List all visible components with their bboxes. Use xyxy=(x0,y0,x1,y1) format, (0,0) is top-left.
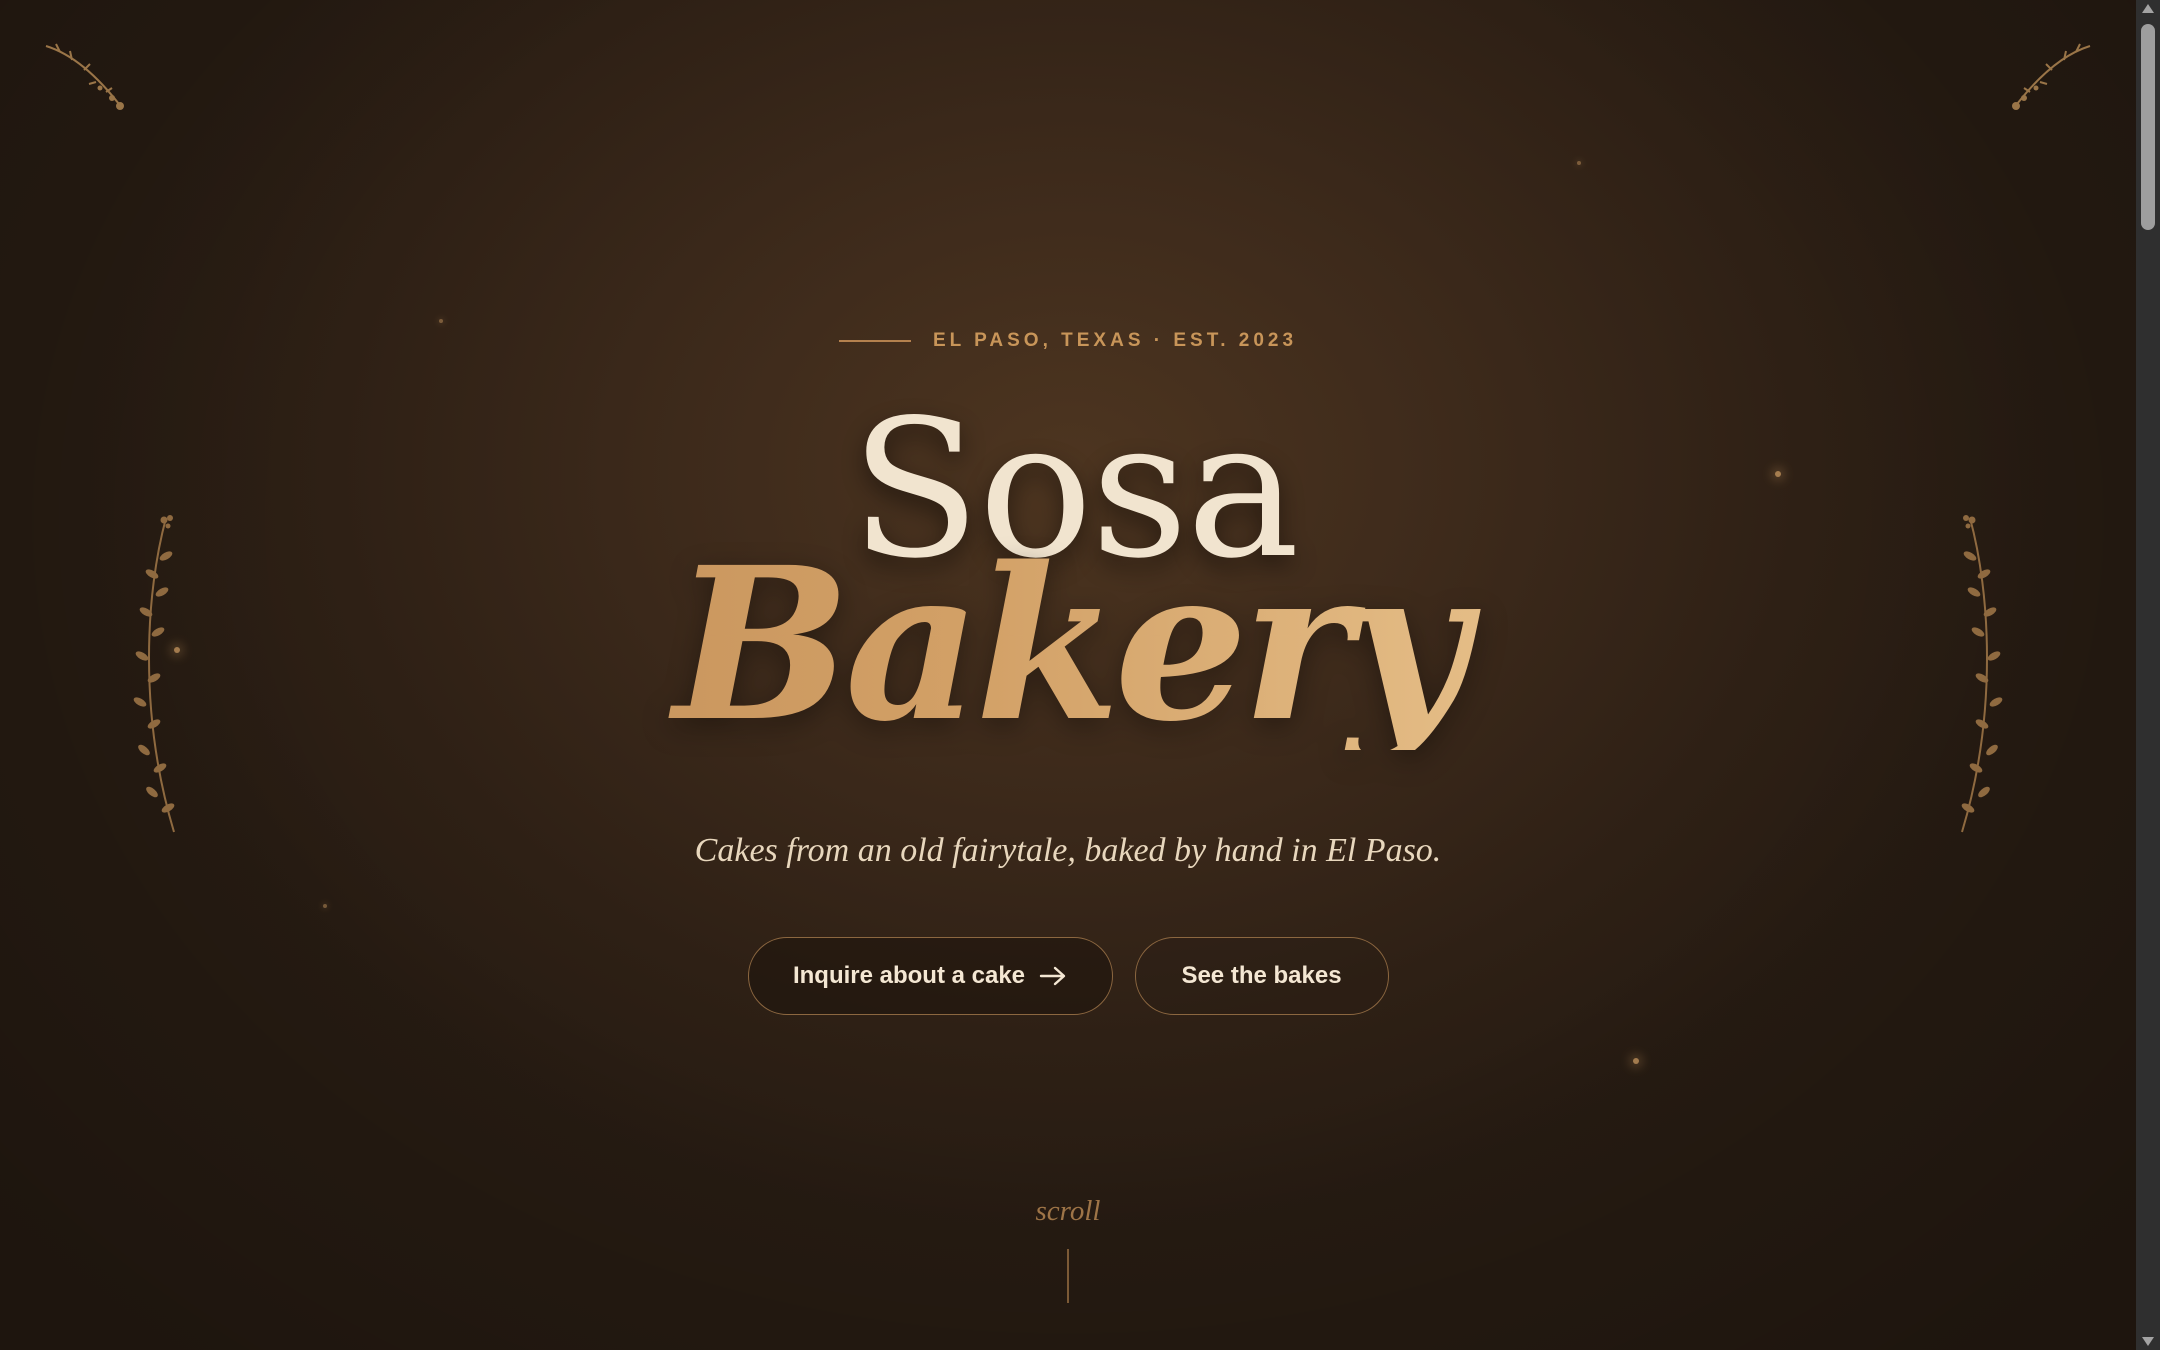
scrollbar-thumb[interactable] xyxy=(2141,24,2155,230)
sprig-top-right-icon xyxy=(2012,43,2091,110)
see-bakes-button[interactable]: See the bakes xyxy=(1134,937,1389,1015)
eyebrow-text: EL PASO, TEXAS · EST. 2023 xyxy=(932,330,1298,351)
sparkle-decoration xyxy=(1577,161,1581,165)
scroll-indicator-line xyxy=(1067,1249,1069,1303)
page-scrollbar[interactable] xyxy=(2136,0,2160,1350)
inquire-button-label: Inquire about a cake xyxy=(792,962,1026,989)
scroll-up-arrow-icon[interactable] xyxy=(2142,4,2154,13)
sprig-top-left-icon xyxy=(45,43,124,110)
hero-tagline: Cakes from an old fairytale, baked by ha… xyxy=(694,832,1442,869)
cta-row: Inquire about a cake See the bakes xyxy=(0,937,2136,1015)
location-eyebrow: EL PASO, TEXAS · EST. 2023 xyxy=(0,330,2136,352)
inquire-button[interactable]: Inquire about a cake xyxy=(747,937,1113,1015)
hero-section: EL PASO, TEXAS · EST. 2023 Sosa Bakery C… xyxy=(0,0,2136,1350)
scroll-hint: scroll xyxy=(1035,1195,1101,1227)
arrow-right-icon xyxy=(1039,966,1066,986)
brand-title-bakery: Bakery xyxy=(0,540,2136,750)
sparkle-decoration xyxy=(323,904,327,908)
sparkle-decoration xyxy=(439,319,443,323)
see-bakes-button-label: See the bakes xyxy=(1181,962,1342,989)
scroll-down-arrow-icon[interactable] xyxy=(2142,1337,2154,1346)
sparkle-decoration xyxy=(1633,1058,1639,1064)
eyebrow-rule xyxy=(838,340,911,342)
